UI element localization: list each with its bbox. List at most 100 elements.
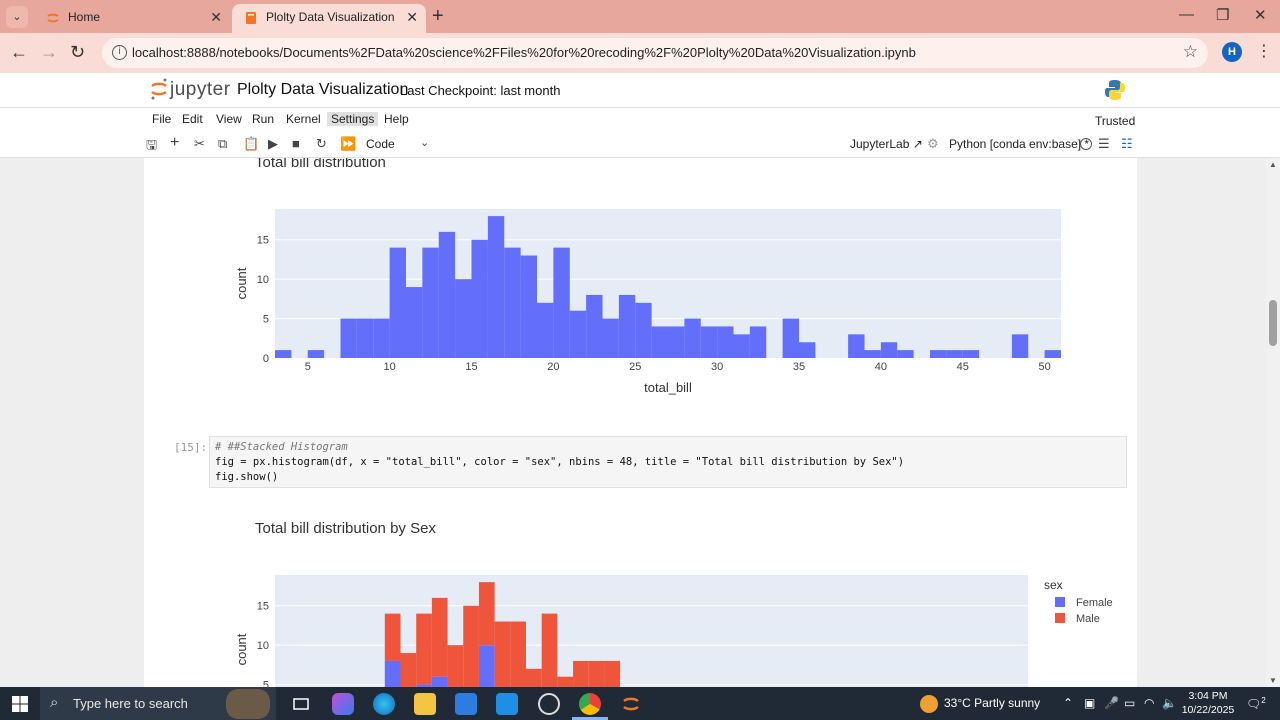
restore-icon[interactable]: ❐ bbox=[1216, 6, 1229, 24]
menu-edit[interactable]: Edit bbox=[178, 112, 207, 126]
chrome-icon[interactable] bbox=[579, 693, 601, 715]
chevron-down-icon[interactable]: ⌄ bbox=[420, 136, 429, 149]
bar bbox=[340, 318, 357, 358]
list-menu-icon[interactable]: ☰ bbox=[1098, 136, 1110, 152]
bar bbox=[537, 302, 554, 358]
scrollbar-thumb[interactable] bbox=[1269, 300, 1277, 346]
notebook-title[interactable]: Plolty Data Visualization bbox=[237, 81, 408, 99]
jupyterlab-link[interactable]: JupyterLab ↗ bbox=[850, 137, 923, 151]
code-cell[interactable]: # ##Stacked Histogram fig = px.histogram… bbox=[209, 436, 1127, 488]
copilot-icon[interactable] bbox=[332, 693, 354, 715]
bar-female bbox=[384, 660, 401, 687]
bar bbox=[782, 318, 799, 358]
run-play-icon[interactable]: ▶ bbox=[268, 136, 278, 152]
mail-icon[interactable] bbox=[496, 693, 518, 715]
y-axis-label: count bbox=[234, 633, 249, 665]
jupyter-app-icon[interactable] bbox=[620, 693, 642, 715]
restart-run-all-icon[interactable]: ⏩ bbox=[340, 136, 356, 152]
menu-kernel[interactable]: Kernel bbox=[282, 112, 325, 126]
notebook-scrollbar[interactable]: ▲ ▼ bbox=[1266, 158, 1280, 687]
wifi-icon[interactable]: ◠ bbox=[1144, 696, 1154, 710]
copy-icon[interactable]: ⧉ bbox=[218, 136, 227, 152]
profile-avatar[interactable]: H bbox=[1222, 42, 1242, 62]
windows-taskbar: ⌕ Type here to search 33°C Partly sunny … bbox=[0, 687, 1280, 720]
bar-male bbox=[510, 621, 526, 687]
notebook-area[interactable]: Total bill distribution 0 5 10 15 5 10 15 20 25 3… bbox=[0, 158, 1266, 687]
bar-male bbox=[447, 645, 464, 687]
task-view-icon[interactable] bbox=[290, 693, 312, 715]
paste-clipboard-icon[interactable]: 📋 bbox=[243, 136, 259, 152]
bar-male bbox=[573, 660, 589, 687]
jupyter-menubar: File Edit View Run Kernel Settings Help … bbox=[0, 107, 1280, 131]
menu-run[interactable]: Run bbox=[248, 112, 278, 126]
window-close-icon[interactable]: ✕ bbox=[1254, 6, 1267, 24]
minimize-icon[interactable]: — bbox=[1179, 6, 1194, 23]
bar-male bbox=[526, 668, 542, 687]
new-tab-plus-icon[interactable]: + bbox=[432, 5, 444, 28]
table-of-contents-icon[interactable]: ☷ bbox=[1121, 136, 1133, 152]
edge-browser-icon[interactable] bbox=[373, 693, 395, 715]
legend-label: Male bbox=[1076, 613, 1100, 625]
scroll-down-arrow-icon[interactable]: ▼ bbox=[1269, 676, 1277, 685]
battery-icon[interactable]: ▭ bbox=[1124, 696, 1135, 710]
y-tick-label: 5 bbox=[263, 680, 269, 687]
x-tick-label: 50 bbox=[1039, 361, 1051, 373]
code-line-2: fig = px.histogram(df, x = "total_bill",… bbox=[215, 456, 905, 468]
bar bbox=[962, 350, 980, 358]
windows-start-icon[interactable] bbox=[12, 696, 28, 712]
kernel-status-circle-icon bbox=[1080, 138, 1092, 150]
x-tick-label: 15 bbox=[465, 361, 477, 373]
menu-view[interactable]: View bbox=[212, 112, 246, 126]
restart-kernel-icon[interactable]: ↻ bbox=[316, 136, 327, 152]
save-icon[interactable]: 🖫 bbox=[146, 136, 157, 158]
forward-arrow-icon[interactable]: → bbox=[40, 42, 58, 63]
interrupt-stop-icon[interactable]: ■ bbox=[292, 136, 300, 151]
bar bbox=[1044, 350, 1061, 358]
bar-male bbox=[604, 660, 621, 687]
bar bbox=[586, 294, 603, 358]
file-explorer-icon[interactable] bbox=[414, 693, 436, 715]
reload-icon[interactable]: ↻ bbox=[70, 42, 85, 63]
scroll-up-arrow-icon[interactable]: ▲ bbox=[1269, 160, 1277, 169]
site-info-icon[interactable]: i bbox=[112, 45, 127, 60]
y-axis-label: count bbox=[234, 267, 249, 299]
chevron-up-icon[interactable]: ⌃ bbox=[1063, 696, 1073, 710]
microsoft-store-icon[interactable] bbox=[455, 693, 477, 715]
histogram-chart[interactable]: 0 5 10 15 5 10 15 20 25 30 35 40 45 50 count total_bill bbox=[220, 198, 1100, 408]
taskbar-clock[interactable]: 3:04 PM 10/22/2025 bbox=[1176, 689, 1240, 717]
speaker-icon[interactable]: 🔈 bbox=[1162, 696, 1177, 710]
code-line-1: # ##Stacked Histogram bbox=[215, 441, 348, 453]
bar-male bbox=[400, 653, 417, 687]
back-arrow-icon[interactable]: ← bbox=[10, 42, 28, 63]
cell-type-select[interactable]: Code bbox=[366, 137, 395, 151]
menu-file[interactable]: File bbox=[148, 112, 175, 126]
kernel-name[interactable]: Python [conda env:base] * bbox=[949, 137, 1089, 151]
weather-text[interactable]: 33°C Partly sunny bbox=[944, 696, 1040, 710]
close-icon[interactable]: ✕ bbox=[406, 4, 418, 30]
jupyter-logo-icon[interactable] bbox=[150, 78, 168, 100]
address-bar[interactable]: i localhost:8888/notebooks/Documents%2FD… bbox=[102, 38, 1208, 68]
clock-app-icon[interactable] bbox=[538, 693, 560, 715]
tab-home[interactable]: Home ✕ bbox=[34, 4, 230, 33]
menu-help[interactable]: Help bbox=[380, 112, 413, 126]
bar-male bbox=[384, 613, 401, 661]
tab-search-chevron-icon[interactable]: ⌄ bbox=[6, 6, 28, 28]
browser-tab-strip: ⌄ Home ✕ Plolty Data Visualization ✕ + —… bbox=[0, 0, 1280, 33]
tab-notebook[interactable]: Plolty Data Visualization ✕ bbox=[232, 4, 426, 33]
microphone-icon[interactable]: 🎤 bbox=[1104, 696, 1119, 710]
menu-settings[interactable]: Settings bbox=[327, 112, 379, 126]
notifications-icon[interactable]: 🗨2 bbox=[1246, 696, 1266, 711]
bar bbox=[684, 318, 701, 358]
bookmark-star-icon[interactable]: ☆ bbox=[1183, 42, 1198, 62]
meet-now-icon[interactable]: ▣ bbox=[1084, 696, 1095, 710]
bar-female bbox=[478, 645, 495, 687]
trusted-indicator[interactable]: Trusted bbox=[1095, 114, 1135, 128]
insert-cell-plus-icon[interactable]: + bbox=[170, 134, 179, 152]
cut-scissors-icon[interactable]: ✂ bbox=[194, 136, 205, 152]
x-tick-label: 20 bbox=[547, 361, 559, 373]
more-vertical-icon[interactable]: ⋮ bbox=[1256, 41, 1272, 61]
stacked-histogram-chart[interactable]: 5 10 15 count sex Female Male bbox=[220, 563, 1140, 687]
settings-gear-icon[interactable]: ⚙ bbox=[927, 136, 939, 152]
close-icon[interactable]: ✕ bbox=[210, 4, 222, 30]
bar-male bbox=[478, 582, 495, 646]
